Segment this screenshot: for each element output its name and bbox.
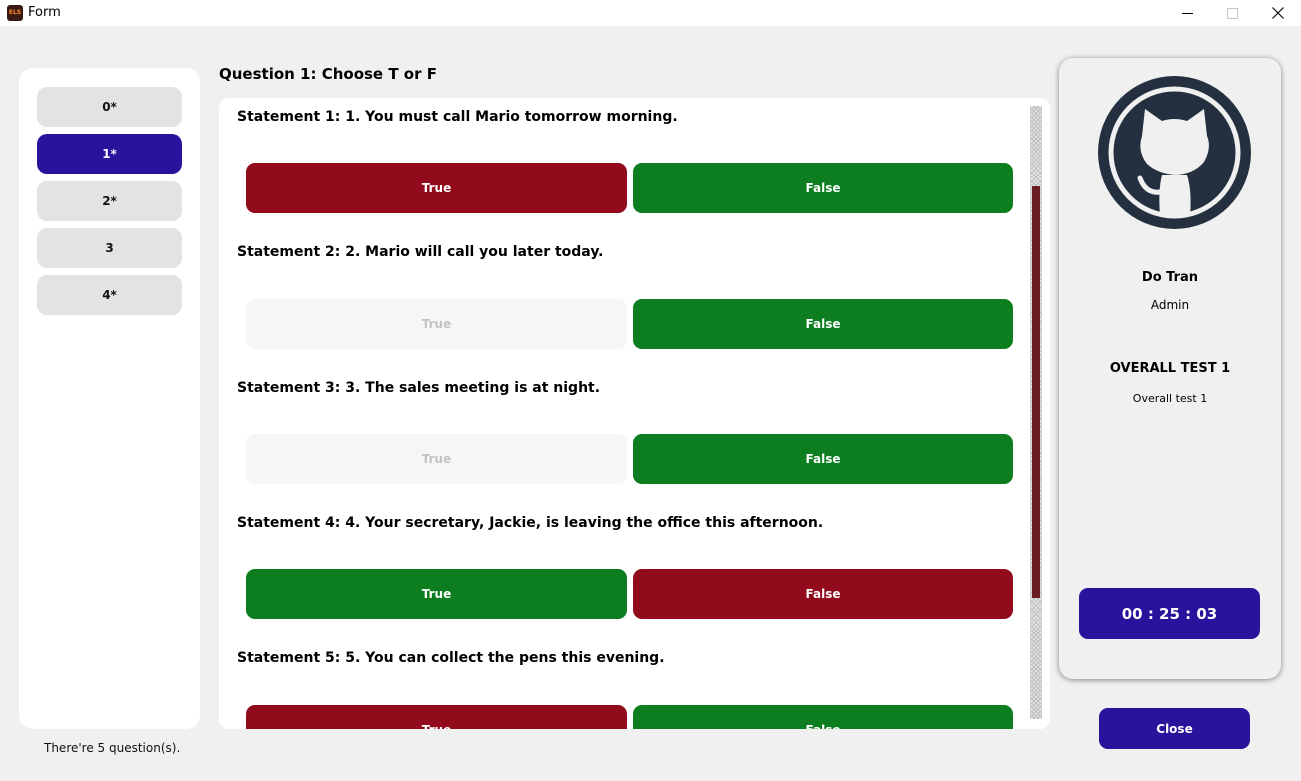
close-window-button[interactable]: [1255, 0, 1301, 26]
statement-5-true-button[interactable]: True: [246, 705, 627, 729]
question-count-label: There're 5 question(s).: [44, 741, 181, 755]
close-icon: [1272, 7, 1284, 19]
close-button[interactable]: Close: [1099, 708, 1250, 749]
statement-3-false-button[interactable]: False: [633, 434, 1013, 484]
statement-1-true-button[interactable]: True: [246, 163, 627, 213]
scrollbar-thumb[interactable]: [1032, 186, 1040, 598]
maximize-icon: [1226, 7, 1238, 19]
app-icon: ELS: [7, 5, 23, 21]
statement-5-false-button[interactable]: False: [633, 705, 1013, 729]
nav-item-question-1[interactable]: 1*: [37, 134, 182, 174]
statement-4-true-button[interactable]: True: [246, 569, 627, 619]
countdown-timer: 00 : 25 : 03: [1079, 588, 1260, 639]
statement-4-false-button[interactable]: False: [633, 569, 1013, 619]
user-role: Admin: [1150, 298, 1190, 312]
user-name: Do Tran: [1141, 270, 1199, 285]
statement-1-false-button[interactable]: False: [633, 163, 1013, 213]
profile-card: Do Tran Admin OVERALL TEST 1 Overall tes…: [1059, 58, 1281, 679]
nav-item-question-2[interactable]: 2*: [37, 181, 182, 221]
test-title: OVERALL TEST 1: [1109, 361, 1231, 376]
statement-text-5: Statement 5: 5. You can collect the pens…: [237, 650, 665, 666]
maximize-button[interactable]: [1209, 0, 1255, 26]
nav-item-question-0[interactable]: 0*: [37, 87, 182, 127]
minimize-icon: [1181, 12, 1193, 14]
minimize-button[interactable]: [1164, 0, 1210, 26]
window-title: Form: [28, 5, 61, 20]
nav-item-question-3[interactable]: 3: [37, 228, 182, 268]
statements-panel: Statement 1: 1. You must call Mario tomo…: [219, 98, 1050, 729]
title-bar: ELS Form: [0, 0, 1301, 26]
statement-text-4: Statement 4: 4. Your secretary, Jackie, …: [237, 515, 824, 531]
statement-text-1: Statement 1: 1. You must call Mario tomo…: [237, 109, 678, 125]
statement-text-2: Statement 2: 2. Mario will call you late…: [237, 244, 604, 260]
question-title: Question 1: Choose T or F: [219, 65, 437, 83]
test-subtitle: Overall test 1: [1132, 392, 1208, 405]
question-nav-panel: 0* 1* 2* 3 4*: [19, 68, 200, 729]
statement-text-3: Statement 3: 3. The sales meeting is at …: [237, 380, 601, 396]
nav-item-question-4[interactable]: 4*: [37, 275, 182, 315]
statement-2-true-button[interactable]: True: [246, 299, 627, 349]
statement-2-false-button[interactable]: False: [633, 299, 1013, 349]
github-octocat-icon: [1098, 76, 1251, 229]
statement-3-true-button[interactable]: True: [246, 434, 627, 484]
